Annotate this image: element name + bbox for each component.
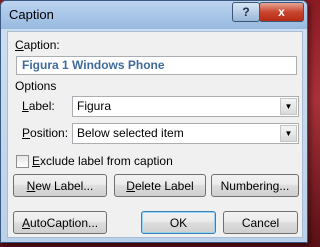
autocaption-text: AutoCaption...	[21, 215, 99, 230]
new-label-button[interactable]: New Label...	[13, 174, 107, 197]
position-select[interactable]: Below selected item ▼	[72, 123, 299, 144]
help-button[interactable]: ?	[232, 2, 260, 22]
title-bar[interactable]: Caption ? x	[1, 1, 307, 29]
caption-input[interactable]: Figura 1 Windows Phone	[16, 56, 297, 75]
options-heading: Options	[15, 79, 57, 93]
label-field-label: Label:	[22, 99, 55, 113]
numbering-button[interactable]: Numbering...	[211, 174, 299, 197]
caption-dialog: Caption ? x Caption: Figura 1 Windows Ph…	[0, 0, 308, 243]
label-select[interactable]: Figura ▼	[72, 96, 299, 117]
cancel-button[interactable]: Cancel	[223, 211, 298, 234]
delete-label-text: Delete Label	[126, 178, 194, 193]
close-button[interactable]: x	[259, 2, 304, 22]
autocaption-button[interactable]: AutoCaption...	[13, 211, 107, 234]
cancel-text: Cancel	[241, 215, 280, 230]
help-icon: ?	[242, 5, 250, 19]
dialog-body: Caption: Figura 1 Windows Phone Options …	[7, 31, 303, 238]
position-select-value: Below selected item	[77, 126, 184, 140]
label-select-value: Figura	[77, 99, 112, 113]
window-title: Caption	[9, 7, 54, 22]
chevron-down-icon[interactable]: ▼	[280, 125, 297, 142]
exclude-label-checkbox[interactable]	[16, 155, 29, 168]
ok-text: OK	[169, 215, 188, 230]
chevron-down-icon[interactable]: ▼	[280, 98, 297, 115]
ok-button[interactable]: OK	[141, 211, 216, 234]
new-label-text: New Label...	[26, 178, 94, 193]
close-icon: x	[278, 5, 285, 19]
numbering-text: Numbering...	[220, 178, 290, 193]
delete-label-button[interactable]: Delete Label	[114, 174, 206, 197]
position-field-label: Position:	[22, 126, 69, 140]
caption-label: Caption:	[15, 38, 60, 52]
exclude-label-text: Exclude label from caption	[32, 154, 173, 168]
